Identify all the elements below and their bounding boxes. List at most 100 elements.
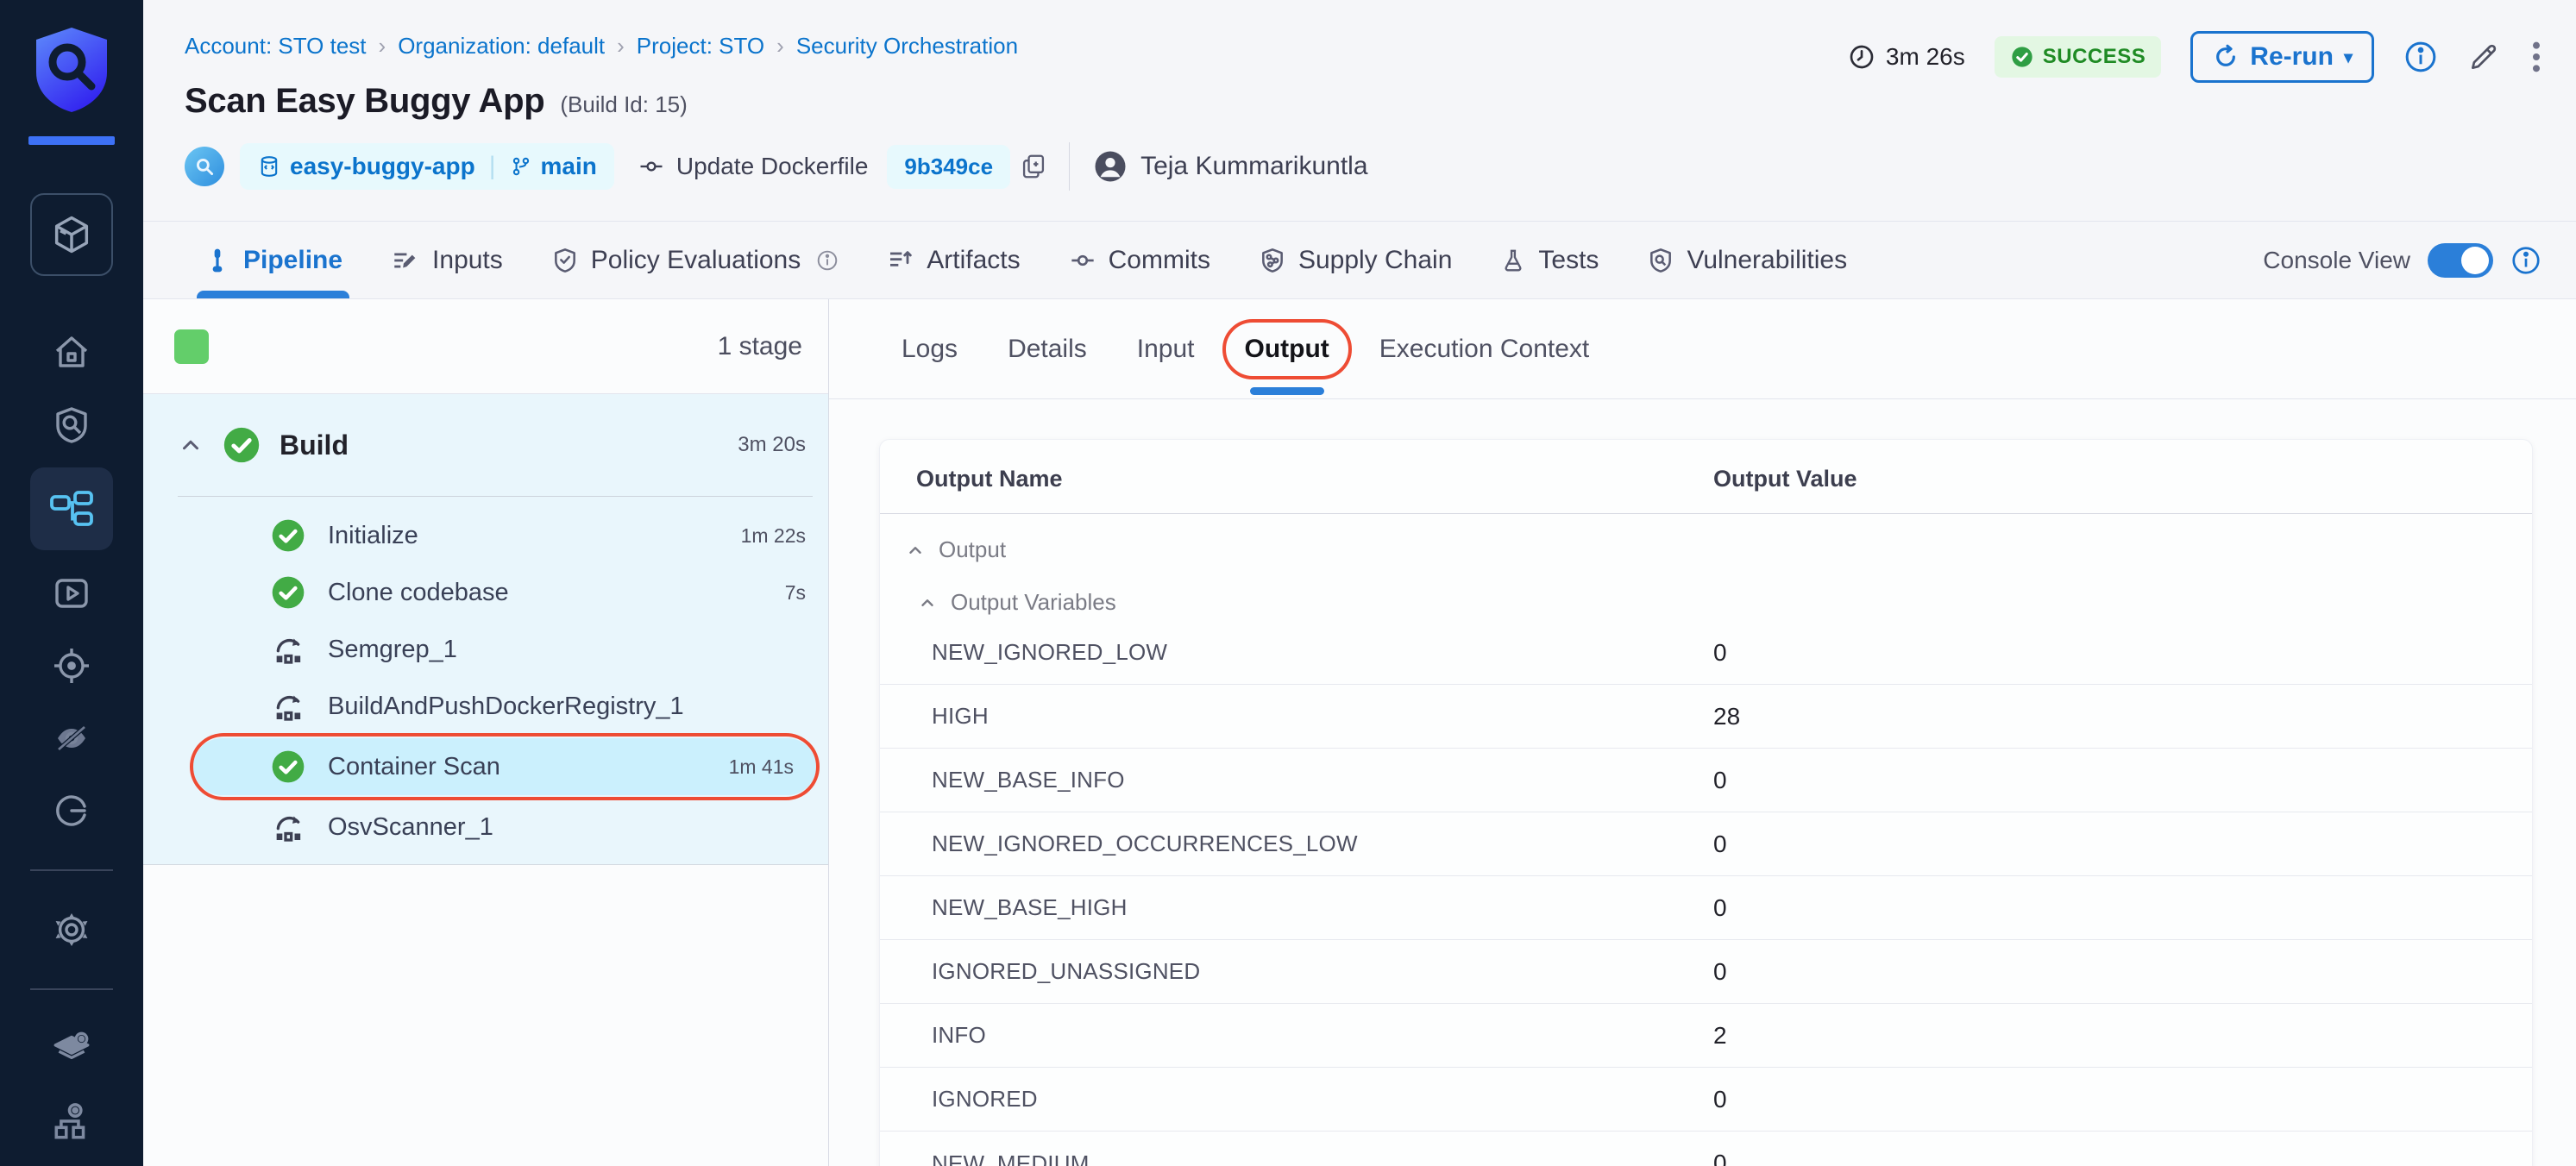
execution-header: Account: STO test › Organization: defaul… xyxy=(143,0,2576,222)
breadcrumb-account-link[interactable]: Account: STO test xyxy=(185,33,367,60)
targets-icon xyxy=(51,645,92,686)
more-options-button[interactable] xyxy=(2529,40,2543,74)
step-row-semgrep[interactable]: Semgrep_1 xyxy=(143,621,828,678)
success-check-icon xyxy=(223,426,261,464)
sidebar-item-home[interactable] xyxy=(30,316,113,388)
step-detail-panel: Logs Details Input Output Execution Cont… xyxy=(829,299,2576,1166)
vulnerabilities-icon xyxy=(1647,246,1674,275)
tab-vulnerabilities[interactable]: Vulnerabilities xyxy=(1647,222,1847,298)
breadcrumb-org-link[interactable]: Organization: default xyxy=(398,33,605,60)
tab-supply-chain[interactable]: Supply Chain xyxy=(1259,222,1452,298)
output-group-toggle[interactable]: Output xyxy=(880,514,2532,570)
edit-pipeline-button[interactable] xyxy=(2467,41,2500,73)
detail-tab-details[interactable]: Details xyxy=(1008,335,1087,364)
tab-tests[interactable]: Tests xyxy=(1500,222,1599,298)
home-icon xyxy=(51,331,92,373)
execution-tabbar: Pipeline Inputs Policy Evaluations xyxy=(143,222,2576,299)
app-window: Account: STO test › Organization: defaul… xyxy=(0,0,2576,1166)
output-variables-group-toggle[interactable]: Output Variables xyxy=(880,570,2532,621)
build-id-label: (Build Id: 15) xyxy=(560,91,687,118)
stage-status-square xyxy=(174,329,209,364)
duration-label: 3m 26s xyxy=(1886,43,1965,71)
sto-shield-logo[interactable] xyxy=(29,24,114,114)
column-output-value: Output Value xyxy=(1713,466,2532,492)
detail-tab-logs[interactable]: Logs xyxy=(902,335,958,364)
table-row: NEW_BASE_HIGH0 xyxy=(880,876,2532,940)
sidebar-divider xyxy=(30,869,113,871)
stage-row-build[interactable]: Build 3m 20s xyxy=(143,394,828,496)
sidebar-item-default-settings[interactable] xyxy=(30,1012,113,1085)
status-badge: SUCCESS xyxy=(1995,36,2162,78)
policy-evaluations-icon xyxy=(551,246,579,275)
breadcrumb-project-link[interactable]: Project: STO xyxy=(637,33,764,60)
detail-tab-output[interactable]: Output xyxy=(1245,335,1329,364)
pipelines-icon xyxy=(49,490,94,528)
rerun-caret-icon[interactable]: ▾ xyxy=(2344,47,2353,68)
table-row: NEW_IGNORED_LOW0 xyxy=(880,621,2532,685)
pencil-icon xyxy=(2467,41,2500,73)
sidebar-item-targets[interactable] xyxy=(30,630,113,702)
sidebar-item-tracker[interactable] xyxy=(30,774,113,847)
module-selector-button[interactable] xyxy=(30,193,113,276)
sidebar-item-exemptions[interactable] xyxy=(30,702,113,774)
table-row: NEW_IGNORED_OCCURRENCES_LOW0 xyxy=(880,812,2532,876)
stage-name: Build xyxy=(280,429,349,461)
console-view-toggle[interactable] xyxy=(2428,243,2493,278)
execution-info-button[interactable] xyxy=(2403,40,2438,74)
rerun-button[interactable]: Re-run ▾ xyxy=(2190,31,2374,83)
step-row-build-and-push-docker[interactable]: BuildAndPushDockerRegistry_1 xyxy=(143,678,828,735)
commit-icon xyxy=(638,154,664,179)
success-check-icon xyxy=(271,518,305,553)
detail-tab-input[interactable]: Input xyxy=(1137,335,1195,364)
branch-link[interactable]: main xyxy=(510,153,597,180)
chevron-up-icon[interactable] xyxy=(178,432,204,458)
table-row: NEW_BASE_INFO0 xyxy=(880,749,2532,812)
copy-sha-button[interactable] xyxy=(1021,152,1046,181)
step-row-container-scan[interactable]: Container Scan 1m 41s xyxy=(193,738,816,795)
chevron-up-icon[interactable] xyxy=(918,593,937,612)
tab-artifacts[interactable]: Artifacts xyxy=(887,222,1020,298)
column-output-name: Output Name xyxy=(880,466,1713,492)
pill-divider: | xyxy=(489,152,496,181)
tab-policy-evaluations[interactable]: Policy Evaluations xyxy=(551,222,839,298)
tab-commits[interactable]: Commits xyxy=(1069,222,1210,298)
tab-pipeline[interactable]: Pipeline xyxy=(204,222,342,298)
console-view-info-icon[interactable] xyxy=(2510,245,2541,276)
step-row-osvscanner[interactable]: OsvScanner_1 xyxy=(143,799,828,856)
success-check-icon xyxy=(2010,45,2034,69)
chevron-up-icon[interactable] xyxy=(906,541,925,560)
sidebar-item-settings[interactable] xyxy=(30,893,113,966)
sidebar-item-project-setup[interactable] xyxy=(30,1085,113,1157)
console-view-label: Console View xyxy=(2263,247,2410,274)
output-table-header: Output Name Output Value xyxy=(880,440,2532,514)
page-title: Scan Easy Buggy App xyxy=(185,82,544,121)
trigger-author-name[interactable]: Teja Kummarikuntla xyxy=(1140,152,1367,181)
avatar-icon xyxy=(1092,148,1128,185)
sidebar-item-executions[interactable] xyxy=(30,557,113,630)
repository-icon xyxy=(257,154,281,179)
settings-gear-icon xyxy=(51,909,92,950)
clock-icon xyxy=(1848,43,1875,71)
commit-message[interactable]: Update Dockerfile xyxy=(676,153,869,180)
repo-link[interactable]: easy-buggy-app xyxy=(257,153,475,180)
step-row-clone-codebase[interactable]: Clone codebase 7s xyxy=(143,564,828,621)
info-circle-icon xyxy=(816,249,839,272)
breadcrumb-separator: › xyxy=(379,33,386,60)
vertical-divider xyxy=(1069,142,1070,191)
detail-tab-execution-context[interactable]: Execution Context xyxy=(1379,335,1589,364)
not-executed-step-icon xyxy=(271,689,305,724)
module-cube-icon xyxy=(49,212,94,257)
breadcrumb-module-link[interactable]: Security Orchestration xyxy=(796,33,1018,60)
table-row: IGNORED0 xyxy=(880,1068,2532,1132)
tab-inputs[interactable]: Inputs xyxy=(391,222,503,298)
supply-chain-icon xyxy=(1259,246,1286,275)
commit-sha-link[interactable]: 9b349ce xyxy=(887,145,1010,189)
step-row-initialize[interactable]: Initialize 1m 22s xyxy=(143,507,828,564)
output-table: Output Name Output Value Output Output V… xyxy=(879,439,2533,1166)
commits-icon xyxy=(1069,247,1096,274)
success-check-icon xyxy=(271,575,305,610)
info-circle-icon xyxy=(2403,40,2438,74)
sidebar-item-security-scan[interactable] xyxy=(30,388,113,461)
sidebar-item-pipelines[interactable] xyxy=(30,467,113,550)
sidebar-nav xyxy=(0,276,143,1157)
